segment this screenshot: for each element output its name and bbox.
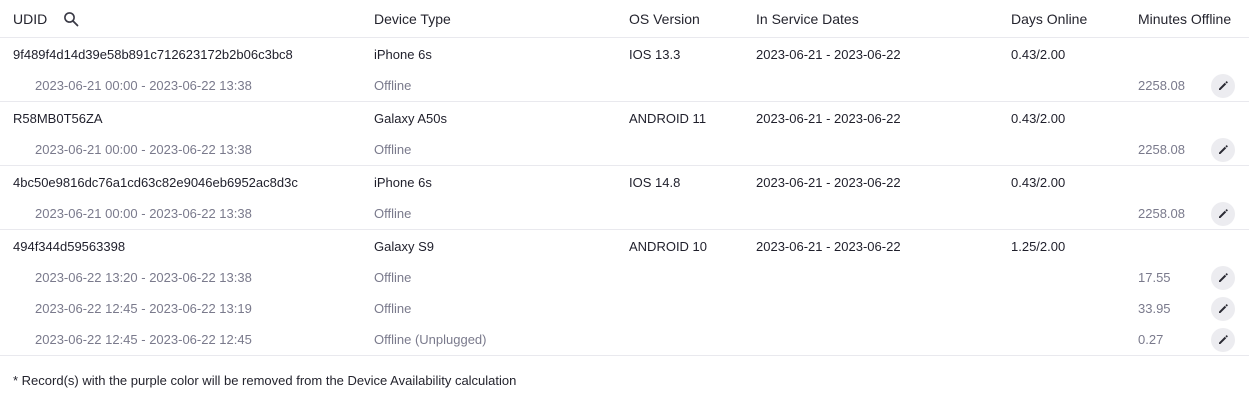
- edit-cell: [1211, 262, 1235, 293]
- record-minutes: 2258.08: [1138, 142, 1185, 157]
- table-body: 9f489f4d14d39e58b891c712623172b2b06c3bc8…: [0, 38, 1249, 356]
- device-group: 9f489f4d14d39e58b891c712623172b2b06c3bc8…: [0, 38, 1249, 102]
- pencil-icon[interactable]: [1211, 201, 1235, 226]
- record-range: 2023-06-22 13:20 - 2023-06-22 13:38: [35, 270, 252, 285]
- edit-cell: [1211, 293, 1235, 324]
- record-range: 2023-06-22 12:45 - 2023-06-22 12:45: [35, 332, 252, 347]
- days-online-cell: 1.25/2.00: [1011, 238, 1066, 254]
- service-dates-cell: 2023-06-21 - 2023-06-22: [756, 238, 901, 254]
- device-group: 494f344d59563398 Galaxy S9 ANDROID 10 2023-…: [0, 230, 1249, 356]
- table-row: R58MB0T56ZA Galaxy A50s ANDROID 11 2023-06-…: [0, 102, 1249, 134]
- record-range: 2023-06-21 00:00 - 2023-06-22 13:38: [35, 78, 252, 93]
- pencil-icon[interactable]: [1211, 327, 1235, 352]
- table-row: 9f489f4d14d39e58b891c712623172b2b06c3bc8…: [0, 38, 1249, 70]
- record-range: 2023-06-22 12:45 - 2023-06-22 13:19: [35, 301, 252, 316]
- header-minutes-offline: Minutes Offline: [1138, 10, 1232, 27]
- table-row: 4bc50e9816dc76a1cd63c82e9046eb6952ac8d3c…: [0, 166, 1249, 198]
- header-days-online: Days Online: [1011, 10, 1088, 27]
- record-minutes: 2258.08: [1138, 206, 1185, 221]
- search-icon[interactable]: [61, 9, 81, 29]
- days-online-cell: 0.43/2.00: [1011, 110, 1066, 126]
- pencil-icon[interactable]: [1211, 73, 1235, 98]
- record-status: Offline: [374, 270, 412, 285]
- pencil-icon[interactable]: [1211, 265, 1235, 290]
- header-device-type: Device Type: [374, 10, 451, 27]
- record-status: Offline (Unplugged): [374, 332, 487, 347]
- offline-record-row: 2023-06-21 00:00 - 2023-06-22 13:38 Offli…: [0, 70, 1249, 101]
- device-type-cell: Galaxy S9: [374, 238, 434, 254]
- device-type-cell: Galaxy A50s: [374, 110, 447, 126]
- table-row: 494f344d59563398 Galaxy S9 ANDROID 10 2023-…: [0, 230, 1249, 262]
- udid-cell: 4bc50e9816dc76a1cd63c82e9046eb6952ac8d3c: [13, 174, 298, 190]
- device-availability-table: UDID Device Type OS Version In Service D…: [0, 0, 1249, 356]
- service-dates-cell: 2023-06-21 - 2023-06-22: [756, 174, 901, 190]
- os-version-cell: ANDROID 10: [629, 238, 708, 254]
- device-type-cell: iPhone 6s: [374, 174, 432, 190]
- edit-cell: [1211, 324, 1235, 355]
- record-minutes: 2258.08: [1138, 78, 1185, 93]
- offline-record-row: 2023-06-21 00:00 - 2023-06-22 13:38 Offli…: [0, 134, 1249, 165]
- days-online-cell: 0.43/2.00: [1011, 46, 1066, 62]
- record-status: Offline: [374, 142, 412, 157]
- service-dates-cell: 2023-06-21 - 2023-06-22: [756, 110, 901, 126]
- edit-cell: [1211, 198, 1235, 229]
- offline-record-row: 2023-06-21 00:00 - 2023-06-22 13:38 Offli…: [0, 198, 1249, 229]
- offline-record-row: 2023-06-22 12:45 - 2023-06-22 12:45 Offli…: [0, 324, 1249, 355]
- pencil-icon[interactable]: [1211, 296, 1235, 321]
- device-group: 4bc50e9816dc76a1cd63c82e9046eb6952ac8d3c…: [0, 166, 1249, 230]
- footnote: * Record(s) with the purple color will b…: [13, 373, 517, 388]
- udid-cell: 494f344d59563398: [13, 238, 126, 254]
- record-range: 2023-06-21 00:00 - 2023-06-22 13:38: [35, 206, 252, 221]
- os-version-cell: IOS 13.3: [629, 46, 681, 62]
- device-type-cell: iPhone 6s: [374, 46, 432, 62]
- offline-record-row: 2023-06-22 12:45 - 2023-06-22 13:19 Offli…: [0, 293, 1249, 324]
- header-udid-cell: UDID: [13, 0, 81, 37]
- record-minutes: 33.95: [1138, 301, 1171, 316]
- offline-record-row: 2023-06-22 13:20 - 2023-06-22 13:38 Offli…: [0, 262, 1249, 293]
- edit-cell: [1211, 134, 1235, 165]
- service-dates-cell: 2023-06-21 - 2023-06-22: [756, 46, 901, 62]
- udid-cell: R58MB0T56ZA: [13, 110, 103, 126]
- table-header: UDID Device Type OS Version In Service D…: [0, 0, 1249, 38]
- header-udid: UDID: [13, 10, 48, 27]
- record-minutes: 0.27: [1138, 332, 1164, 347]
- record-status: Offline: [374, 301, 412, 316]
- record-range: 2023-06-21 00:00 - 2023-06-22 13:38: [35, 142, 252, 157]
- days-online-cell: 0.43/2.00: [1011, 174, 1066, 190]
- os-version-cell: IOS 14.8: [629, 174, 681, 190]
- udid-cell: 9f489f4d14d39e58b891c712623172b2b06c3bc8: [13, 46, 293, 62]
- device-group: R58MB0T56ZA Galaxy A50s ANDROID 11 2023-06-…: [0, 102, 1249, 166]
- record-status: Offline: [374, 78, 412, 93]
- record-status: Offline: [374, 206, 412, 221]
- header-os-version: OS Version: [629, 10, 700, 27]
- pencil-icon[interactable]: [1211, 137, 1235, 162]
- record-minutes: 17.55: [1138, 270, 1171, 285]
- edit-cell: [1211, 70, 1235, 101]
- header-service-dates: In Service Dates: [756, 10, 859, 27]
- os-version-cell: ANDROID 11: [629, 110, 707, 126]
